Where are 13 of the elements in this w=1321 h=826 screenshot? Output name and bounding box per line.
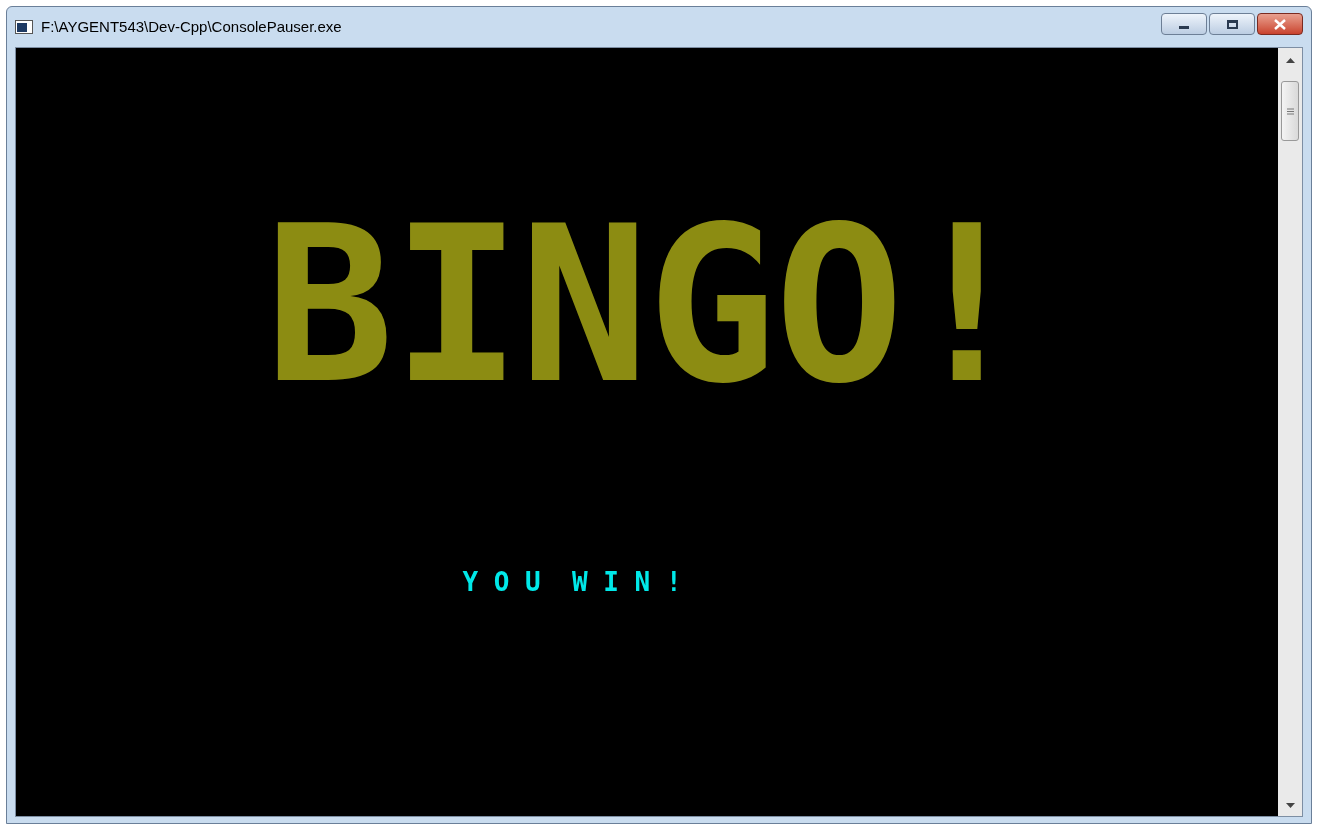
scroll-up-icon[interactable] <box>1285 58 1295 63</box>
scrollbar[interactable] <box>1278 48 1302 816</box>
close-button[interactable] <box>1257 13 1303 35</box>
scroll-down-icon[interactable] <box>1285 803 1295 808</box>
grip-icon <box>1286 107 1294 115</box>
win-message: Y O U W I N ! <box>462 566 682 599</box>
scroll-thumb[interactable] <box>1281 81 1299 141</box>
minimize-button[interactable] <box>1161 13 1207 35</box>
console-app-icon <box>15 20 33 34</box>
close-icon <box>1274 18 1286 30</box>
maximize-button[interactable] <box>1209 13 1255 35</box>
window-title: F:\AYGENT543\Dev-Cpp\ConsolePauser.exe <box>41 16 342 37</box>
bingo-title: BINGO! <box>264 198 1030 413</box>
